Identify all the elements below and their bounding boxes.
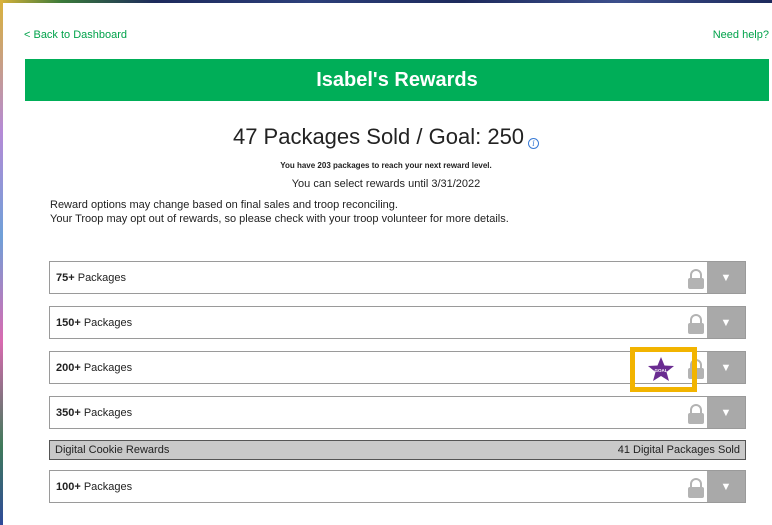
top-nav: < Back to Dashboard Need help? — [24, 29, 772, 45]
lock-icon — [688, 269, 704, 289]
reward-level-label: 200+ Packages — [56, 361, 133, 374]
digital-packages-sold: 41 Digital Packages Sold — [617, 444, 740, 456]
sales-summary: 47 Packages Sold / Goal: 250 i — [0, 124, 772, 150]
expand-toggle-button[interactable]: ▼ — [707, 397, 745, 428]
info-icon[interactable]: i — [528, 138, 540, 149]
packages-sold-headline: 47 Packages Sold / Goal: 250 — [232, 124, 525, 149]
svg-text:GOAL: GOAL — [655, 368, 668, 373]
reward-level-350[interactable]: 350+ Packages ▼ — [49, 396, 746, 429]
reward-note-opt-out: Your Troop may opt out of rewards, so pl… — [50, 213, 509, 225]
selection-deadline-text: You can select rewards until 3/31/2022 — [291, 178, 481, 190]
decorative-top-border — [0, 0, 772, 3]
lock-icon — [688, 314, 704, 334]
reward-level-label: 350+ Packages — [56, 406, 133, 419]
reward-level-label: 100+ Packages — [56, 480, 133, 493]
expand-toggle-button[interactable]: ▼ — [707, 471, 745, 502]
reward-level-label: 150+ Packages — [56, 316, 133, 329]
goal-star-icon: GOAL — [648, 357, 674, 381]
digital-cookie-rewards-bar: Digital Cookie Rewards 41 Digital Packag… — [49, 440, 746, 460]
remaining-packages-text: You have 203 packages to reach your next… — [280, 161, 492, 170]
reward-notes: Reward options may change based on final… — [50, 198, 509, 226]
expand-toggle-button[interactable]: ▼ — [707, 307, 745, 338]
reward-level-label: 75+ Packages — [56, 271, 127, 284]
reward-level-100[interactable]: 100+ Packages ▼ — [49, 470, 746, 503]
digital-rewards-label: Digital Cookie Rewards — [55, 444, 170, 456]
page-title: Isabel's Rewards — [316, 68, 478, 91]
lock-icon — [688, 404, 704, 424]
lock-icon — [688, 478, 704, 498]
reward-level-150[interactable]: 150+ Packages ▼ — [49, 306, 746, 339]
expand-toggle-button[interactable]: ▼ — [707, 352, 745, 383]
decorative-left-border — [0, 0, 3, 525]
reward-level-75[interactable]: 75+ Packages ▼ — [49, 261, 746, 294]
back-to-dashboard-link[interactable]: < Back to Dashboard — [24, 29, 127, 41]
reward-note-change: Reward options may change based on final… — [50, 199, 398, 211]
expand-toggle-button[interactable]: ▼ — [707, 262, 745, 293]
page-title-banner: Isabel's Rewards — [25, 59, 769, 101]
need-help-link[interactable]: Need help? — [713, 29, 769, 41]
